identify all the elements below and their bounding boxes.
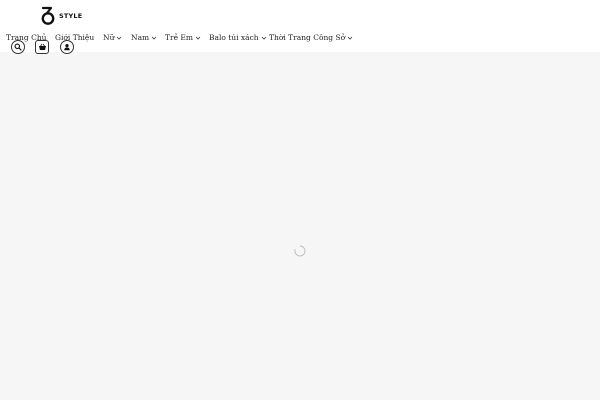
nav-item-thoi-trang-cong-so[interactable]: Thời Trang Công Sở — [269, 33, 353, 42]
user-icon — [64, 44, 70, 51]
search-icon — [14, 43, 22, 51]
nav-item-label: Thời Trang Công Sở — [269, 33, 346, 42]
cart-button[interactable] — [35, 40, 49, 54]
nav-item-label: Nam — [131, 33, 150, 42]
search-button[interactable] — [11, 40, 25, 54]
chevron-down-icon — [117, 36, 122, 40]
chevron-down-icon — [195, 36, 201, 40]
chevron-down-icon — [151, 36, 157, 40]
nav-item-gioi-thieu[interactable]: Giới Thiệu — [55, 33, 94, 42]
nav-item-balo-tui-xach[interactable]: Balo túi xách — [209, 33, 267, 42]
main-nav: Trang Chủ Giới Thiệu Nữ Nam Trẻ Em Balo … — [0, 31, 600, 47]
chevron-down-icon — [347, 36, 353, 40]
nav-item-label: Giới Thiệu — [55, 33, 95, 42]
site-logo[interactable]: STYLE — [39, 4, 82, 26]
logo-mark-icon — [41, 6, 55, 25]
nav-item-label: Balo túi xách — [209, 33, 259, 42]
chevron-down-icon — [261, 36, 266, 40]
nav-item-tre-em[interactable]: Trẻ Em — [165, 33, 201, 42]
basket-icon — [38, 43, 46, 50]
loading-spinner-icon — [294, 245, 306, 257]
site-header: STYLE Trang Chủ Giới Thiệu Nữ Nam Trẻ Em… — [0, 0, 600, 54]
account-button[interactable] — [60, 40, 74, 54]
nav-item-label: Trẻ Em — [165, 33, 193, 42]
nav-item-nu[interactable]: Nữ — [103, 33, 122, 42]
nav-item-nam[interactable]: Nam — [131, 33, 157, 42]
nav-item-label: Nữ — [103, 33, 115, 42]
logo-text: STYLE — [59, 11, 83, 20]
